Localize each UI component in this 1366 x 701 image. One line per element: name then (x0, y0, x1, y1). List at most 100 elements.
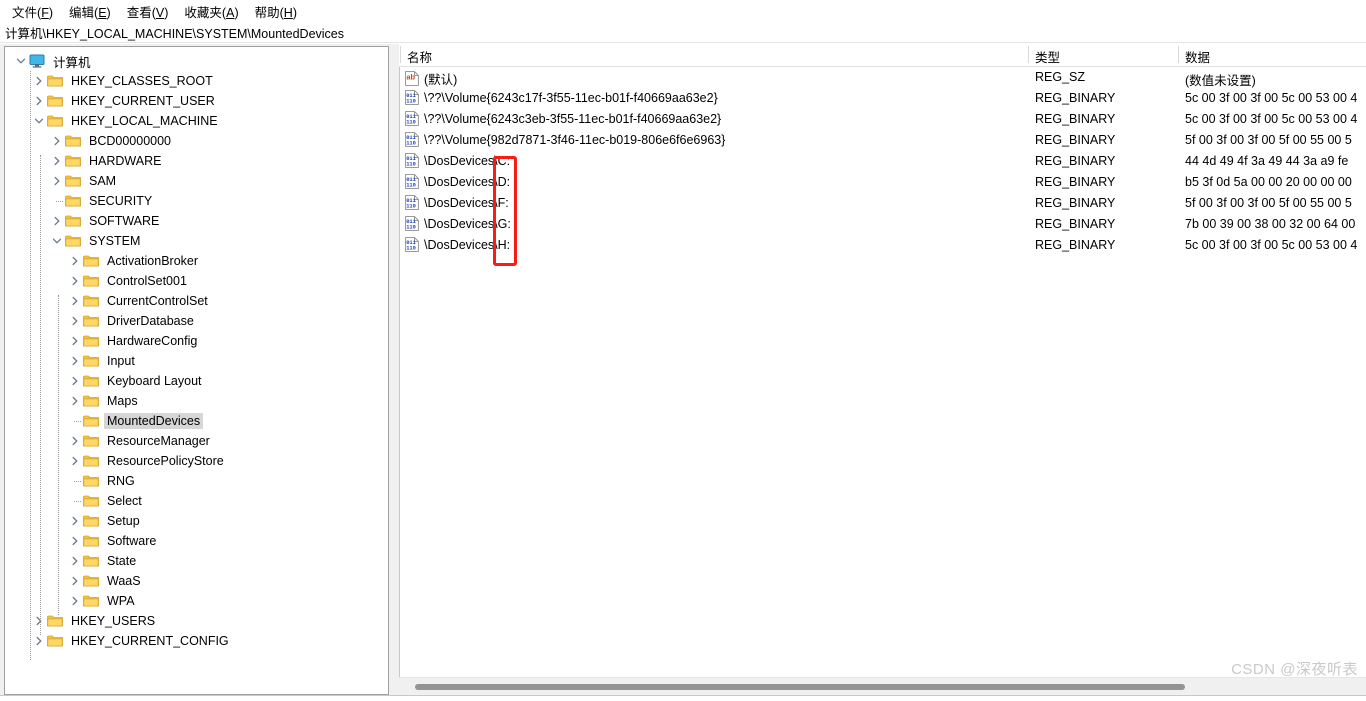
folder-icon (83, 354, 99, 368)
tree-node-security[interactable]: SECURITY (5, 191, 388, 211)
chevron-right-icon[interactable] (67, 351, 83, 371)
tree-node-rng[interactable]: RNG (5, 471, 388, 491)
value-name-text: \DosDevices\G: (424, 216, 511, 231)
chevron-right-icon[interactable] (31, 91, 47, 111)
tree-node-hkey-local-machine[interactable]: HKEY_LOCAL_MACHINE (5, 111, 388, 131)
value-name-text: \DosDevices\C: (424, 153, 511, 168)
value-data-cell: (数值未设置) (1185, 74, 1256, 88)
tree-node-label: ResourceManager (107, 434, 210, 448)
value-data-cell: b5 3f 0d 5a 00 00 20 00 00 00 (1185, 175, 1352, 189)
binary-value-icon: 011 110 (405, 153, 419, 168)
table-row[interactable]: 011 110 \DosDevices\F: REG_BINARY 5f 00 3f 0… (399, 193, 1366, 214)
address-bar[interactable]: 计算机\HKEY_LOCAL_MACHINE\SYSTEM\MountedDev… (0, 22, 1366, 43)
value-name-text: \??\Volume{6243c3eb-3f55-11ec-b01f-f4066… (424, 111, 722, 126)
folder-icon (83, 454, 99, 468)
tree-node-label: DriverDatabase (107, 314, 194, 328)
tree-node-hardware[interactable]: HARDWARE (5, 151, 388, 171)
table-row[interactable]: 011 110 \??\Volume{982d7871-3f46-11ec-b019… (399, 130, 1366, 151)
chevron-down-icon[interactable] (31, 111, 47, 131)
tree-node-software[interactable]: SOFTWARE (5, 211, 388, 231)
tree-node-resourcepolicystore[interactable]: ResourcePolicyStore (5, 451, 388, 471)
chevron-right-icon[interactable] (67, 591, 83, 611)
column-header-data[interactable]: 数据 (1185, 47, 1210, 66)
chevron-right-icon[interactable] (67, 291, 83, 311)
value-type-cell: REG_BINARY (1035, 154, 1116, 168)
tree-node-hkey-current-user[interactable]: HKEY_CURRENT_USER (5, 91, 388, 111)
column-header-type[interactable]: 类型 (1035, 47, 1060, 66)
tree-node-hkey-classes-root[interactable]: HKEY_CLASSES_ROOT (5, 71, 388, 91)
menu-item-4[interactable]: 收藏夹(A) (178, 0, 248, 23)
chevron-right-icon[interactable] (49, 171, 65, 191)
tree-node-wpa[interactable]: WPA (5, 591, 388, 611)
chevron-right-icon[interactable] (67, 551, 83, 571)
tree-node-hkey-users[interactable]: HKEY_USERS (5, 611, 388, 631)
menu-item-5[interactable]: 帮助(H) (249, 0, 307, 23)
chevron-right-icon[interactable] (67, 571, 83, 591)
chevron-right-icon[interactable] (49, 211, 65, 231)
chevron-right-icon[interactable] (49, 131, 65, 151)
chevron-right-icon[interactable] (67, 251, 83, 271)
registry-path-text: 计算机\HKEY_LOCAL_MACHINE\SYSTEM\MountedDev… (5, 26, 344, 41)
chevron-right-icon[interactable] (67, 311, 83, 331)
table-row[interactable]: ab (默认) REG_SZ (数值未设置) (399, 67, 1366, 88)
tree-node-mounteddevices[interactable]: MountedDevices (5, 411, 388, 431)
scrollbar-thumb[interactable] (415, 684, 1185, 690)
horizontal-scrollbar[interactable] (399, 677, 1366, 695)
tree-node-hardwareconfig[interactable]: HardwareConfig (5, 331, 388, 351)
tree-node-driverdatabase[interactable]: DriverDatabase (5, 311, 388, 331)
folder-icon (83, 494, 99, 508)
registry-values-pane[interactable]: 名称 类型 数据 ab (默认) REG_SZ (数值未设置) 011 110 \??\Vo… (399, 44, 1366, 701)
table-row[interactable]: 011 110 \DosDevices\H: REG_BINARY 5c 00 3f 0… (399, 235, 1366, 256)
menu-item-1[interactable]: 文件(F) (6, 0, 63, 23)
tree-node-maps[interactable]: Maps (5, 391, 388, 411)
table-row[interactable]: 011 110 \DosDevices\D: REG_BINARY b5 3f 0d 5… (399, 172, 1366, 193)
table-row[interactable]: 011 110 \??\Volume{6243c17f-3f55-11ec-b01f… (399, 88, 1366, 109)
chevron-right-icon[interactable] (67, 371, 83, 391)
tree-node-hkey-current-config[interactable]: HKEY_CURRENT_CONFIG (5, 631, 388, 651)
chevron-right-icon[interactable] (31, 611, 47, 631)
svg-text:110: 110 (406, 245, 416, 251)
chevron-right-icon[interactable] (31, 71, 47, 91)
tree-node-resourcemanager[interactable]: ResourceManager (5, 431, 388, 451)
header-separator-3[interactable] (1178, 46, 1179, 63)
chevron-right-icon[interactable] (67, 331, 83, 351)
binary-value-icon: 011 110 (405, 90, 419, 105)
tree-node-waas[interactable]: WaaS (5, 571, 388, 591)
tree-node-system[interactable]: SYSTEM (5, 231, 388, 251)
tree-node-state[interactable]: State (5, 551, 388, 571)
chevron-right-icon[interactable] (67, 391, 83, 411)
tree-node-sam[interactable]: SAM (5, 171, 388, 191)
menu-item-2[interactable]: 编辑(E) (63, 0, 121, 23)
chevron-right-icon[interactable] (67, 531, 83, 551)
tree-node-select[interactable]: Select (5, 491, 388, 511)
tree-node-software[interactable]: Software (5, 531, 388, 551)
chevron-down-icon[interactable] (13, 51, 29, 71)
chevron-right-icon[interactable] (67, 451, 83, 471)
header-separator-2[interactable] (1028, 46, 1029, 63)
tree-node-bcd00000000[interactable]: BCD00000000 (5, 131, 388, 151)
menu-item-accelerator: (E) (94, 5, 111, 20)
table-row[interactable]: 011 110 \DosDevices\G: REG_BINARY 7b 00 39 0… (399, 214, 1366, 235)
tree-node-computer[interactable]: 计算机 (5, 51, 388, 71)
chevron-right-icon[interactable] (31, 631, 47, 651)
binary-value-icon: 011 110 (405, 174, 419, 189)
menu-item-3[interactable]: 查看(V) (121, 0, 179, 23)
chevron-right-icon[interactable] (67, 431, 83, 451)
header-separator-1[interactable] (400, 46, 401, 63)
registry-tree: 计算机 HKEY_CLASSES_ROOT HKEY_CURRENT_USER HKE… (5, 47, 388, 651)
table-row[interactable]: 011 110 \DosDevices\C: REG_BINARY 44 4d 49 4… (399, 151, 1366, 172)
value-type-cell: REG_BINARY (1035, 196, 1116, 210)
tree-node-controlset001[interactable]: ControlSet001 (5, 271, 388, 291)
registry-tree-pane[interactable]: 计算机 HKEY_CLASSES_ROOT HKEY_CURRENT_USER HKE… (4, 46, 389, 695)
column-header-name[interactable]: 名称 (407, 47, 432, 66)
tree-node-setup[interactable]: Setup (5, 511, 388, 531)
tree-node-activationbroker[interactable]: ActivationBroker (5, 251, 388, 271)
tree-node-currentcontrolset[interactable]: CurrentControlSet (5, 291, 388, 311)
tree-node-keyboard-layout[interactable]: Keyboard Layout (5, 371, 388, 391)
chevron-right-icon[interactable] (67, 271, 83, 291)
table-row[interactable]: 011 110 \??\Volume{6243c3eb-3f55-11ec-b01f… (399, 109, 1366, 130)
chevron-right-icon[interactable] (67, 511, 83, 531)
chevron-right-icon[interactable] (49, 151, 65, 171)
tree-node-input[interactable]: Input (5, 351, 388, 371)
chevron-down-icon[interactable] (49, 231, 65, 251)
